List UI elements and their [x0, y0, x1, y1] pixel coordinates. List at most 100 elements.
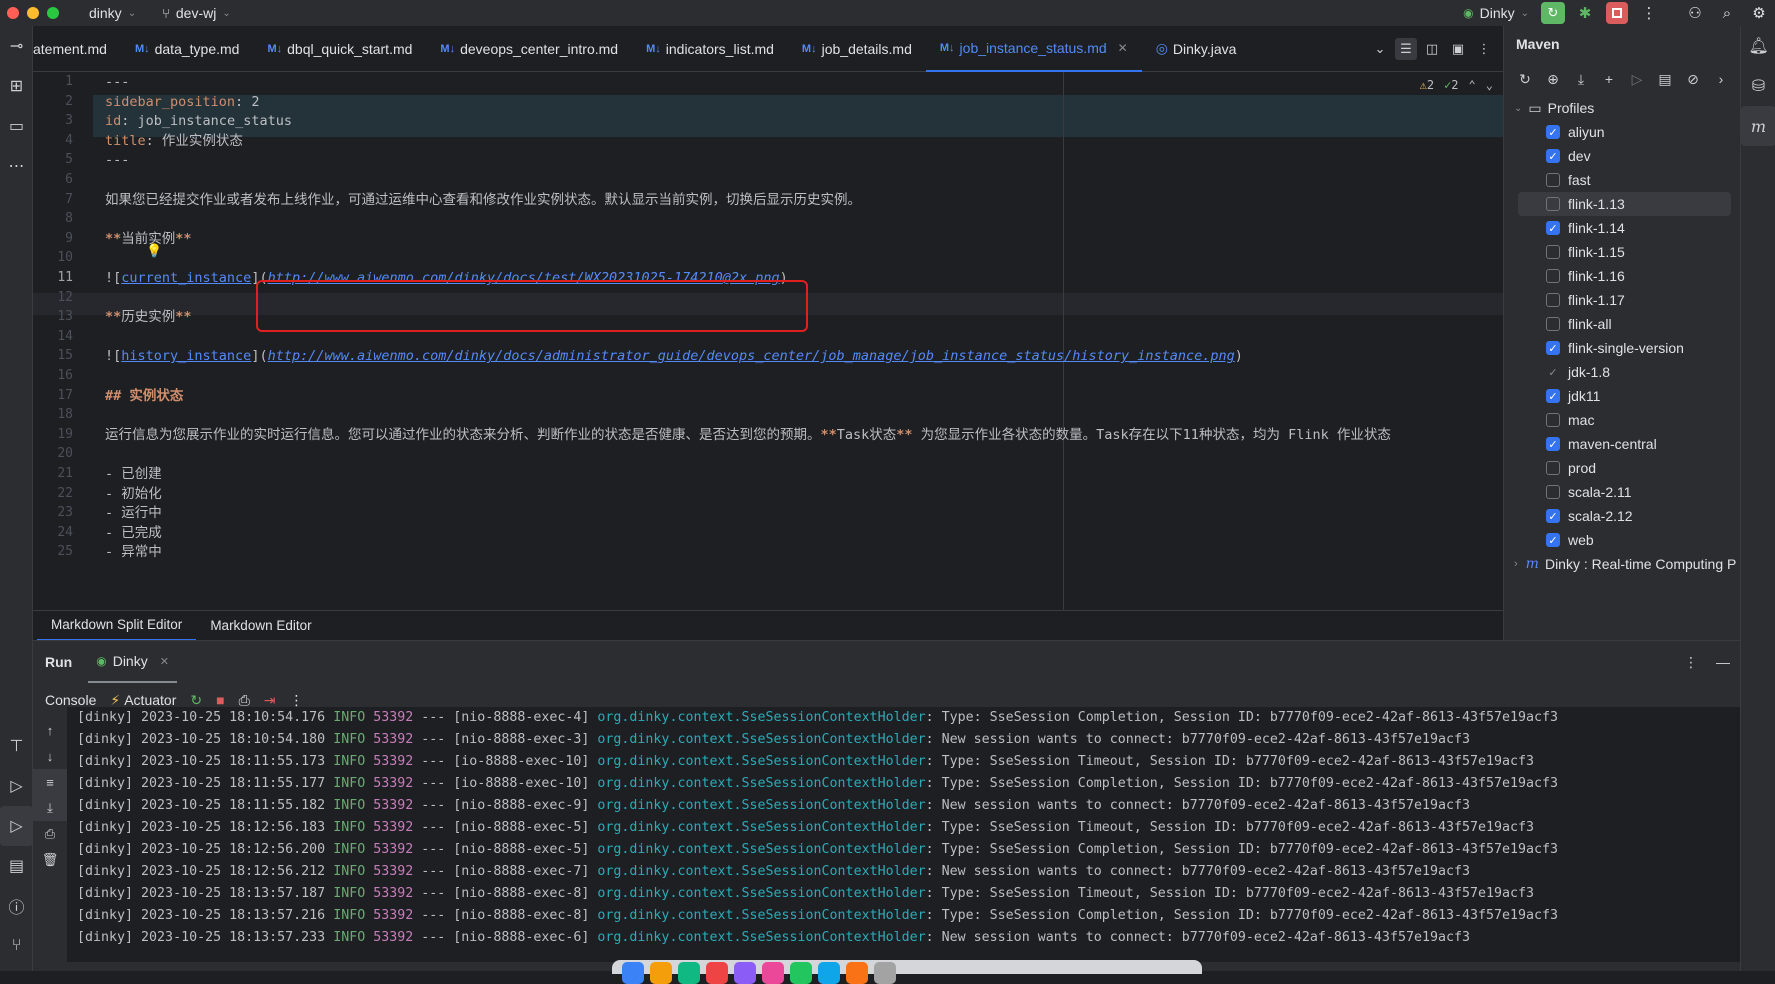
tab-deveops-center-intro-md[interactable]: M↓ deveops_center_intro.md [426, 26, 632, 72]
chevron-down-icon[interactable]: ⌄ [1369, 38, 1391, 60]
maven-profile-aliyun[interactable]: ✓ aliyun [1504, 120, 1741, 144]
dock-app-icon[interactable] [650, 962, 672, 984]
maven-profile-flink-1.15[interactable]: flink-1.15 [1504, 240, 1741, 264]
maven-profile-flink-1.14[interactable]: ✓ flink-1.14 [1504, 216, 1741, 240]
profile-checkbox[interactable] [1546, 245, 1560, 259]
profile-checkbox[interactable] [1546, 485, 1560, 499]
profile-checkbox[interactable] [1546, 293, 1560, 307]
branch-selector[interactable]: ⑂ dev-wj ⌄ [162, 5, 231, 21]
tab-dinky-java[interactable]: ◎ Dinky.java [1142, 26, 1251, 72]
structure-icon[interactable]: ⊞ [0, 66, 33, 106]
more-vertical-icon[interactable]: ⋮ [290, 692, 304, 709]
maven-profile-dev[interactable]: ✓ dev [1504, 144, 1741, 168]
dock-app-icon[interactable] [762, 962, 784, 984]
run-icon[interactable]: ▷ [1626, 71, 1648, 88]
more-vertical-icon[interactable]: ⋮ [1473, 38, 1495, 60]
terminal-icon[interactable]: ▤ [0, 846, 33, 886]
maven-project-node[interactable]: › m Dinky : Real-time Computing P [1504, 552, 1741, 576]
database-icon[interactable]: ⛁ [1741, 66, 1775, 106]
minimize-icon[interactable]: — [1716, 654, 1730, 671]
chevron-right-icon[interactable]: › [1710, 71, 1732, 87]
tab-markdown-editor[interactable]: Markdown Editor [196, 611, 325, 641]
camera-icon[interactable]: ⎙ [239, 692, 250, 709]
profile-checkbox[interactable] [1546, 317, 1560, 331]
maven-profile-web[interactable]: ✓ web [1504, 528, 1741, 552]
maven-profile-flink-1.17[interactable]: flink-1.17 [1504, 288, 1741, 312]
maven-profile-flink-1.16[interactable]: flink-1.16 [1504, 264, 1741, 288]
debug-button[interactable]: ✱ [1569, 0, 1601, 26]
profile-checkbox[interactable] [1546, 413, 1560, 427]
run-icon[interactable]: ▷ [0, 806, 33, 846]
exit-icon[interactable]: ⇥ [264, 692, 276, 709]
rerun-button[interactable]: ↻ [1537, 0, 1569, 26]
dock-app-icon[interactable] [734, 962, 756, 984]
plus-icon[interactable]: + [1598, 71, 1620, 87]
scroll-to-end-icon[interactable]: ⤓ [33, 795, 67, 821]
settings-button[interactable]: ⚙ [1743, 0, 1775, 26]
build-icon[interactable]: ⊤ [0, 726, 33, 766]
profile-checkbox[interactable]: ✓ [1546, 509, 1560, 523]
maven-icon[interactable]: m [1741, 106, 1775, 146]
stop-icon[interactable]: ■ [216, 692, 224, 708]
tab-markdown-split-editor[interactable]: Markdown Split Editor [37, 611, 197, 641]
stop-button[interactable] [1601, 0, 1633, 26]
profile-checkbox[interactable]: ✓ [1546, 341, 1560, 355]
profile-checkbox[interactable]: ✓ [1546, 365, 1560, 379]
dock-app-icon[interactable] [846, 962, 868, 984]
zoom-window-button[interactable] [47, 7, 59, 19]
tab-indicators-list-md[interactable]: M↓ indicators_list.md [632, 26, 788, 72]
arrow-up-icon[interactable]: ↑ [33, 717, 67, 743]
close-window-button[interactable] [7, 7, 19, 19]
notifications-icon[interactable]: 🔔︎ [1741, 26, 1775, 66]
project-selector[interactable]: dinky ⌄ [89, 5, 136, 21]
folder-icon[interactable]: ▭ [0, 106, 33, 146]
preview-only-icon[interactable]: ▣ [1447, 38, 1469, 60]
console-output[interactable]: [dinky] 2023-10-25 18:10:54.176 INFO 533… [67, 707, 1740, 962]
profile-checkbox[interactable] [1546, 173, 1560, 187]
execute-goal-icon[interactable]: ▤ [1654, 71, 1676, 88]
services-icon[interactable]: ▷ [0, 766, 33, 806]
tab-dbql-quick-start-md[interactable]: M↓ dbql_quick_start.md [253, 26, 426, 72]
close-icon[interactable]: ✕ [1118, 41, 1128, 55]
maven-profile-scala-2.12[interactable]: ✓ scala-2.12 [1504, 504, 1741, 528]
more-actions-button[interactable]: ⋮ [1633, 0, 1665, 26]
chevron-up-icon[interactable]: ⌃ [1469, 78, 1476, 92]
profile-checkbox[interactable]: ✓ [1546, 437, 1560, 451]
reload-icon[interactable]: ↻ [1514, 71, 1536, 88]
tab-actuator[interactable]: ⚡ Actuator [110, 692, 176, 709]
split-view-icon[interactable]: ◫ [1421, 38, 1443, 60]
maven-profile-mac[interactable]: mac [1504, 408, 1741, 432]
profile-checkbox[interactable]: ✓ [1546, 533, 1560, 547]
image-url-link[interactable]: http://www.aiwenmo.com/dinky/docs/admini… [268, 348, 1235, 364]
run-tab-dinky[interactable]: ◉ Dinky ✕ [88, 641, 177, 683]
dock-app-icon[interactable] [706, 962, 728, 984]
print-icon[interactable]: ⎙ [33, 821, 67, 847]
dock-app-icon[interactable] [790, 962, 812, 984]
arrow-down-icon[interactable]: ↓ [33, 743, 67, 769]
dock-app-icon[interactable] [818, 962, 840, 984]
maven-profile-flink-1.13[interactable]: flink-1.13 [1518, 192, 1731, 216]
tab-job-instance-status-md[interactable]: M↓ job_instance_status.md ✕ [925, 26, 1142, 72]
add-folder-icon[interactable]: ⊕ [1542, 71, 1564, 88]
inspection-widget[interactable]: ⚠2 ✓2 ⌃ ⌄ [1420, 78, 1493, 92]
profile-checkbox[interactable]: ✓ [1546, 125, 1560, 139]
run-config-selector[interactable]: ◉ Dinky ⌄ [1463, 5, 1529, 21]
add-user-button[interactable]: ⚇ [1679, 0, 1711, 26]
maven-profiles-node[interactable]: ⌄ ▭ Profiles [1504, 96, 1741, 120]
profile-checkbox[interactable] [1546, 269, 1560, 283]
maven-profile-jdk-1.8[interactable]: ✓ jdk-1.8 [1504, 360, 1741, 384]
maven-profile-flink-all[interactable]: flink-all [1504, 312, 1741, 336]
commit-icon[interactable]: ⊸ [0, 26, 33, 66]
minimize-window-button[interactable] [27, 7, 39, 19]
tab-console[interactable]: Console [45, 692, 96, 708]
more-vertical-icon[interactable]: ⋮ [1684, 654, 1698, 671]
soft-wrap-icon[interactable]: ≡ [33, 769, 67, 795]
search-button[interactable]: ⌕ [1711, 0, 1743, 26]
download-icon[interactable]: ⤓ [1570, 71, 1592, 88]
profile-checkbox[interactable]: ✓ [1546, 221, 1560, 235]
tab-statement-md[interactable]: atement.md [33, 26, 121, 72]
editor-only-icon[interactable]: ☰ [1395, 37, 1417, 60]
profile-checkbox[interactable] [1546, 461, 1560, 475]
lightbulb-icon[interactable]: 💡 [146, 244, 162, 259]
maven-profile-scala-2.11[interactable]: scala-2.11 [1504, 480, 1741, 504]
